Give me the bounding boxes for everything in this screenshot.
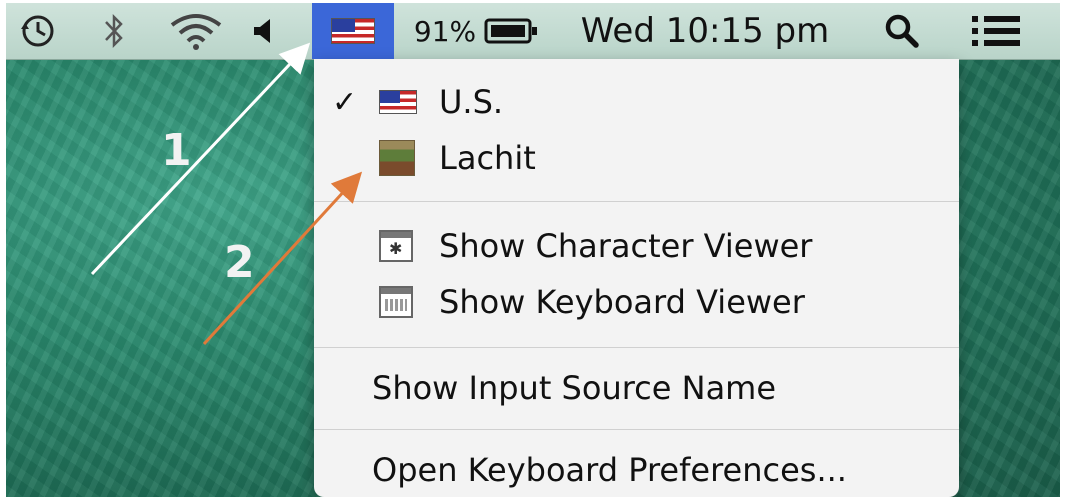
desktop-screenshot: 91% Wed 10:15 pm ✓ U.S. Lachit ✱ Show Ch… [6,3,1060,497]
annotation-arrows [90,42,363,346]
annotation-step-2: 2 [224,237,255,288]
annotation-step-1: 1 [161,125,192,176]
annotation-arrow-1 [90,42,311,276]
